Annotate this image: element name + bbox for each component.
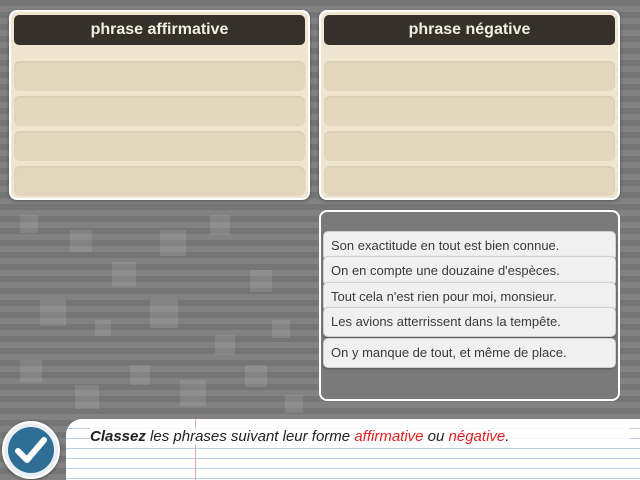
affirmative-drop-slot-3[interactable] <box>14 131 305 161</box>
negative-drop-slot-3[interactable] <box>324 131 615 161</box>
background-square <box>95 320 111 336</box>
validate-button[interactable] <box>2 421 60 479</box>
background-square <box>20 360 42 382</box>
background-square <box>180 380 206 406</box>
instruction-text: Classez les phrases suivant leur forme a… <box>90 428 630 445</box>
background-square <box>215 335 235 355</box>
checkmark-icon <box>15 437 47 463</box>
background-square <box>210 215 230 235</box>
background-square <box>150 300 178 328</box>
negative-drop-slot-2[interactable] <box>324 96 615 126</box>
negative-drop-slot-1[interactable] <box>324 61 615 91</box>
sentence-card-4[interactable]: Les avions atterrissent dans la tempête. <box>323 307 616 337</box>
affirmative-drop-slot-4[interactable] <box>14 166 305 196</box>
instruction-connector: ou <box>427 428 445 445</box>
sentence-card-5[interactable]: On y manque de tout, et même de place. <box>323 338 616 368</box>
background-square <box>40 300 66 326</box>
background-square <box>160 230 186 256</box>
background-square <box>272 320 290 338</box>
background-square <box>250 270 272 292</box>
instruction-verb: Classez <box>90 428 146 445</box>
background-square <box>245 365 267 387</box>
affirmative-drop-slot-2[interactable] <box>14 96 305 126</box>
background-square <box>130 365 150 385</box>
negative-drop-panel: phrase négative <box>319 10 620 200</box>
background-square <box>112 262 136 286</box>
instruction-notepad: Classez les phrases suivant leur forme a… <box>66 419 640 480</box>
validate-button-face <box>8 427 54 473</box>
negative-panel-title: phrase négative <box>324 15 615 45</box>
affirmative-panel-title: phrase affirmative <box>14 15 305 45</box>
background-square <box>285 395 303 413</box>
background-square <box>70 230 92 252</box>
instruction-word-affirmative: affirmative <box>354 428 424 445</box>
instruction-word-negative: négative <box>448 428 506 445</box>
background-square <box>20 215 38 233</box>
affirmative-drop-slot-1[interactable] <box>14 61 305 91</box>
negative-drop-slot-4[interactable] <box>324 166 615 196</box>
instruction-end: . <box>505 428 510 445</box>
background-square <box>75 385 99 409</box>
instruction-middle: les phrases suivant leur forme <box>150 428 351 445</box>
affirmative-drop-panel: phrase affirmative <box>9 10 310 200</box>
